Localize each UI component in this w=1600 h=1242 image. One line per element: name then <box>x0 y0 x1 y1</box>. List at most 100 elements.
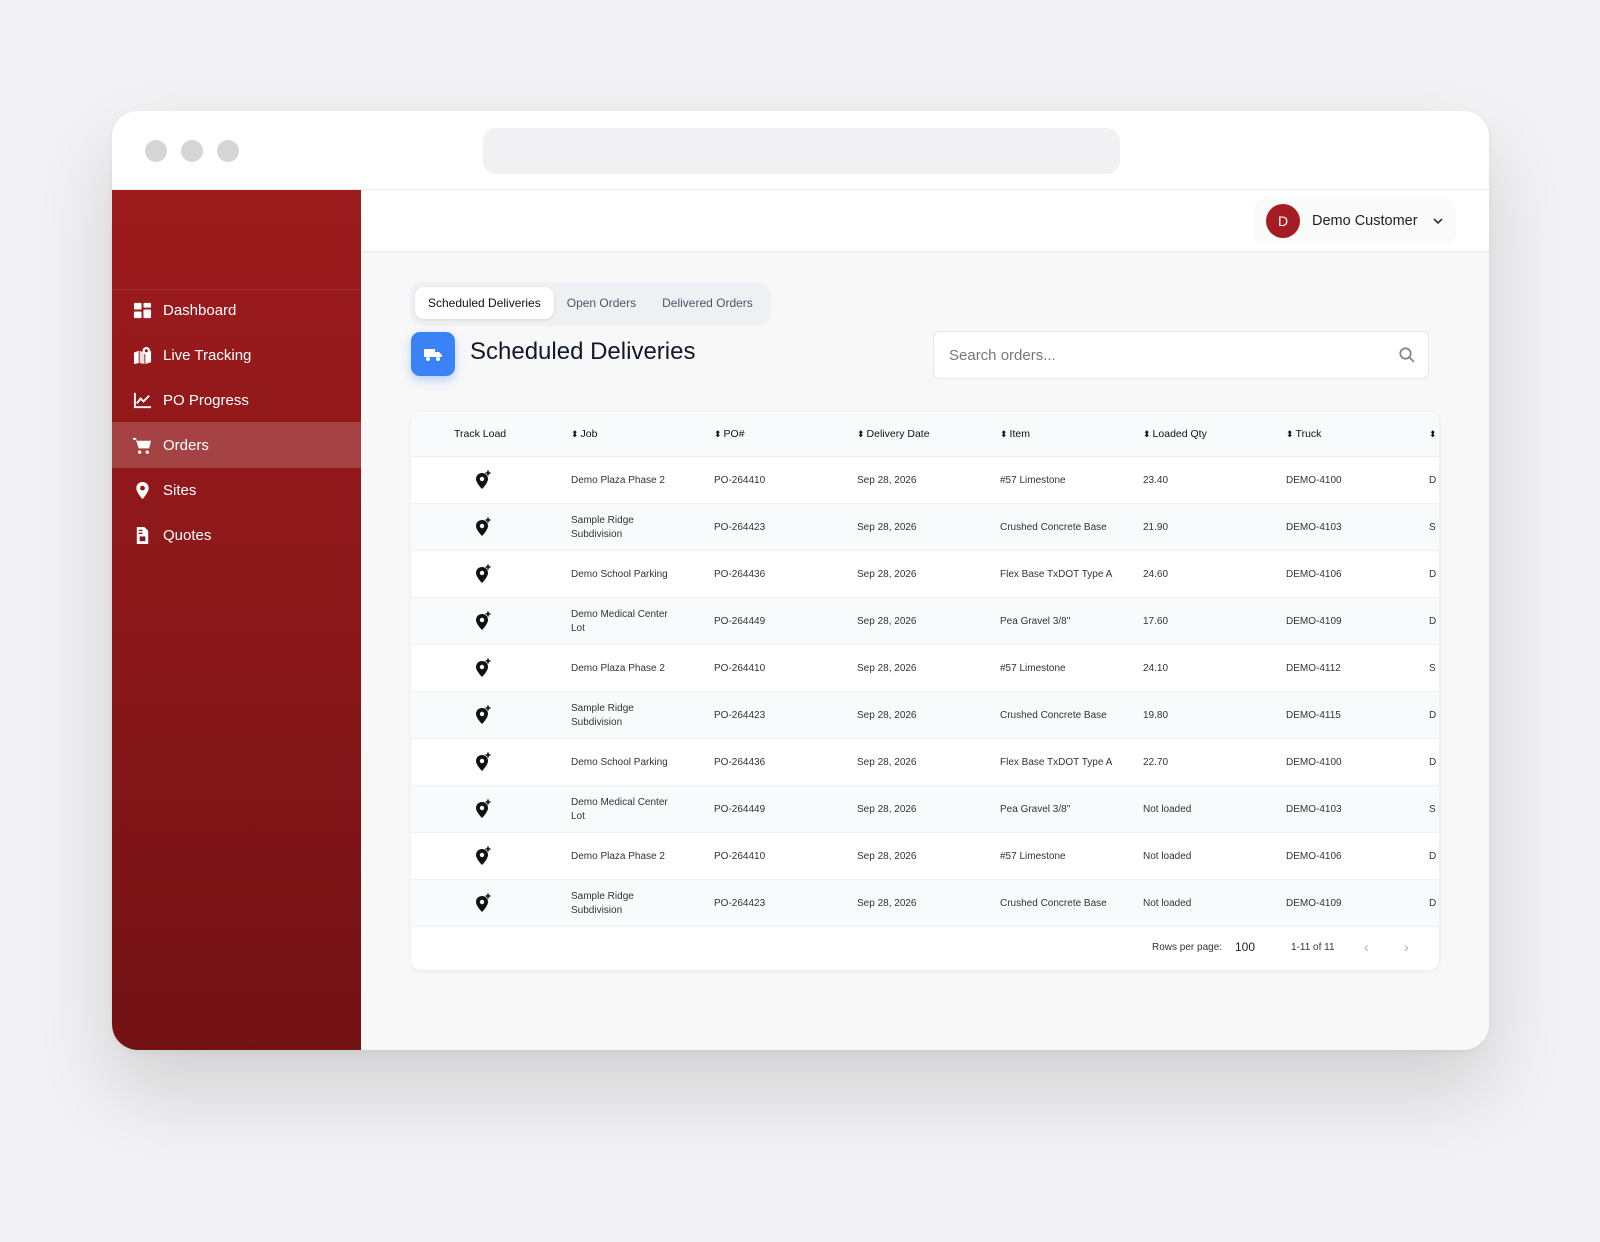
cell-item: Crushed Concrete Base <box>1000 897 1107 909</box>
cell-qty: Not loaded <box>1143 897 1192 909</box>
sidebar-item-label: Sites <box>163 481 197 499</box>
orders-table: Track Load ⬍ Job ⬍ PO# ⬍ Delivery Date ⬍ Ite… <box>411 412 1439 970</box>
column-header-item[interactable]: ⬍ Item <box>1000 428 1030 440</box>
track-load-icon[interactable] <box>474 658 492 678</box>
track-load-icon[interactable] <box>474 799 492 819</box>
address-bar[interactable] <box>483 128 1120 174</box>
column-header-delivery-date[interactable]: ⬍ Delivery Date <box>857 428 930 440</box>
rows-per-page-label: Rows per page: <box>1152 942 1223 953</box>
sidebar-item-label: PO Progress <box>163 391 249 409</box>
cell-job: Sample Ridge Subdivision <box>571 514 634 540</box>
sidebar-item-quotes[interactable]: Quotes <box>112 512 361 558</box>
rows-per-page-select[interactable]: 100 <box>1235 940 1255 954</box>
table-row[interactable]: Demo Medical Center Lot PO-264449 Sep 28, … <box>411 598 1439 645</box>
cell-next: D <box>1429 850 1437 862</box>
cell-item: Pea Gravel 3/8" <box>1000 803 1071 815</box>
sort-icon: ⬍ <box>857 429 865 439</box>
sidebar-item-label: Dashboard <box>163 301 237 319</box>
file-invoice-icon <box>132 525 152 545</box>
chart-line-icon <box>132 390 152 410</box>
table-row[interactable]: Demo Medical Center Lot PO-264449 Sep 28, … <box>411 786 1439 833</box>
prev-page-icon[interactable]: ‹ <box>1364 939 1369 955</box>
tab-delivered-orders[interactable]: Delivered Orders <box>649 287 766 319</box>
cell-qty: Not loaded <box>1143 850 1192 862</box>
sidebar: Dashboard Live Tracking PO Progress Orde… <box>112 190 361 1050</box>
track-load-icon[interactable] <box>474 705 492 725</box>
sort-icon: ⬍ <box>1286 429 1294 439</box>
cell-truck: DEMO-4106 <box>1286 850 1342 862</box>
cell-date: Sep 28, 2026 <box>857 709 917 721</box>
cell-truck: DEMO-4109 <box>1286 615 1342 627</box>
cell-next: D <box>1429 756 1437 768</box>
cell-next: S <box>1429 521 1436 533</box>
track-load-icon[interactable] <box>474 517 492 537</box>
track-load-icon[interactable] <box>474 564 492 584</box>
cell-date: Sep 28, 2026 <box>857 756 917 768</box>
cell-po: PO-264449 <box>714 615 766 627</box>
track-load-icon[interactable] <box>474 611 492 631</box>
search-icon[interactable] <box>1398 346 1416 364</box>
page-range: 1-11 of 11 <box>1291 942 1335 953</box>
window-close-dot[interactable] <box>145 140 167 162</box>
window-maximize-dot[interactable] <box>217 140 239 162</box>
column-header-truck[interactable]: ⬍ Truck <box>1286 428 1321 440</box>
search-input[interactable] <box>949 346 1379 364</box>
table-row[interactable]: Demo Plaza Phase 2 PO-264410 Sep 28, 2026 #… <box>411 457 1439 504</box>
map-pin-icon <box>132 345 152 365</box>
cell-item: Crushed Concrete Base <box>1000 521 1107 533</box>
cell-date: Sep 28, 2026 <box>857 850 917 862</box>
table-row[interactable]: Demo School Parking PO-264436 Sep 28, 2026… <box>411 739 1439 786</box>
cell-job: Sample Ridge Subdivision <box>571 890 634 916</box>
cell-next: D <box>1429 474 1437 486</box>
table-row[interactable]: Sample Ridge Subdivision PO-264423 Sep 28,… <box>411 504 1439 551</box>
column-header-next-sort[interactable]: ⬍ <box>1429 428 1439 440</box>
cell-date: Sep 28, 2026 <box>857 803 917 815</box>
tab-open-orders[interactable]: Open Orders <box>554 287 649 319</box>
track-load-icon[interactable] <box>474 893 492 913</box>
tab-scheduled-deliveries[interactable]: Scheduled Deliveries <box>415 287 554 319</box>
cell-truck: DEMO-4100 <box>1286 474 1342 486</box>
sidebar-item-sites[interactable]: Sites <box>112 467 361 513</box>
cell-truck: DEMO-4115 <box>1286 709 1341 721</box>
sidebar-brand-area <box>112 190 361 290</box>
table-row[interactable]: Sample Ridge Subdivision PO-264423 Sep 28,… <box>411 692 1439 739</box>
tab-bar: Scheduled Deliveries Open Orders Deliver… <box>411 282 770 324</box>
cell-job: Demo School Parking <box>571 756 668 768</box>
user-name: Demo Customer <box>1312 213 1418 229</box>
chevron-down-icon <box>1432 218 1443 225</box>
table-row[interactable]: Demo School Parking PO-264436 Sep 28, 2026… <box>411 551 1439 598</box>
cell-job: Demo Medical Center Lot <box>571 796 668 822</box>
table-row[interactable]: Sample Ridge Subdivision PO-264423 Sep 28,… <box>411 880 1439 927</box>
cell-job: Demo Plaza Phase 2 <box>571 662 665 674</box>
cell-truck: DEMO-4103 <box>1286 521 1342 533</box>
cell-po: PO-264423 <box>714 897 766 909</box>
table-row[interactable]: Demo Plaza Phase 2 PO-264410 Sep 28, 2026 #… <box>411 833 1439 880</box>
cell-qty: 17.60 <box>1143 615 1169 627</box>
sidebar-item-label: Quotes <box>163 526 212 544</box>
sidebar-item-po-progress[interactable]: PO Progress <box>112 377 361 423</box>
cell-qty: 21.90 <box>1143 521 1169 533</box>
sidebar-item-orders[interactable]: Orders <box>112 422 361 468</box>
cell-po: PO-264436 <box>714 756 766 768</box>
cell-next: D <box>1429 897 1437 909</box>
cell-item: Flex Base TxDOT Type A <box>1000 568 1113 580</box>
sidebar-item-live-tracking[interactable]: Live Tracking <box>112 332 361 378</box>
cell-item: #57 Limestone <box>1000 662 1066 674</box>
column-header-po[interactable]: ⬍ PO# <box>714 428 745 440</box>
column-header-loaded-qty[interactable]: ⬍ Loaded Qty <box>1143 428 1207 440</box>
track-load-icon[interactable] <box>474 470 492 490</box>
app-window: Dashboard Live Tracking PO Progress Orde… <box>112 111 1489 1050</box>
window-minimize-dot[interactable] <box>181 140 203 162</box>
sidebar-item-dashboard[interactable]: Dashboard <box>112 287 361 333</box>
table-pagination: Rows per page: 100 1-11 of 11 ‹ › <box>411 924 1439 970</box>
next-page-icon[interactable]: › <box>1404 939 1409 955</box>
user-menu[interactable]: D Demo Customer <box>1254 199 1456 243</box>
sort-icon: ⬍ <box>1000 429 1008 439</box>
cell-item: #57 Limestone <box>1000 474 1066 486</box>
cell-po: PO-264436 <box>714 568 766 580</box>
column-header-job[interactable]: ⬍ Job <box>571 428 597 440</box>
table-row[interactable]: Demo Plaza Phase 2 PO-264410 Sep 28, 2026 #… <box>411 645 1439 692</box>
track-load-icon[interactable] <box>474 846 492 866</box>
track-load-icon[interactable] <box>474 752 492 772</box>
sort-icon: ⬍ <box>1143 429 1151 439</box>
